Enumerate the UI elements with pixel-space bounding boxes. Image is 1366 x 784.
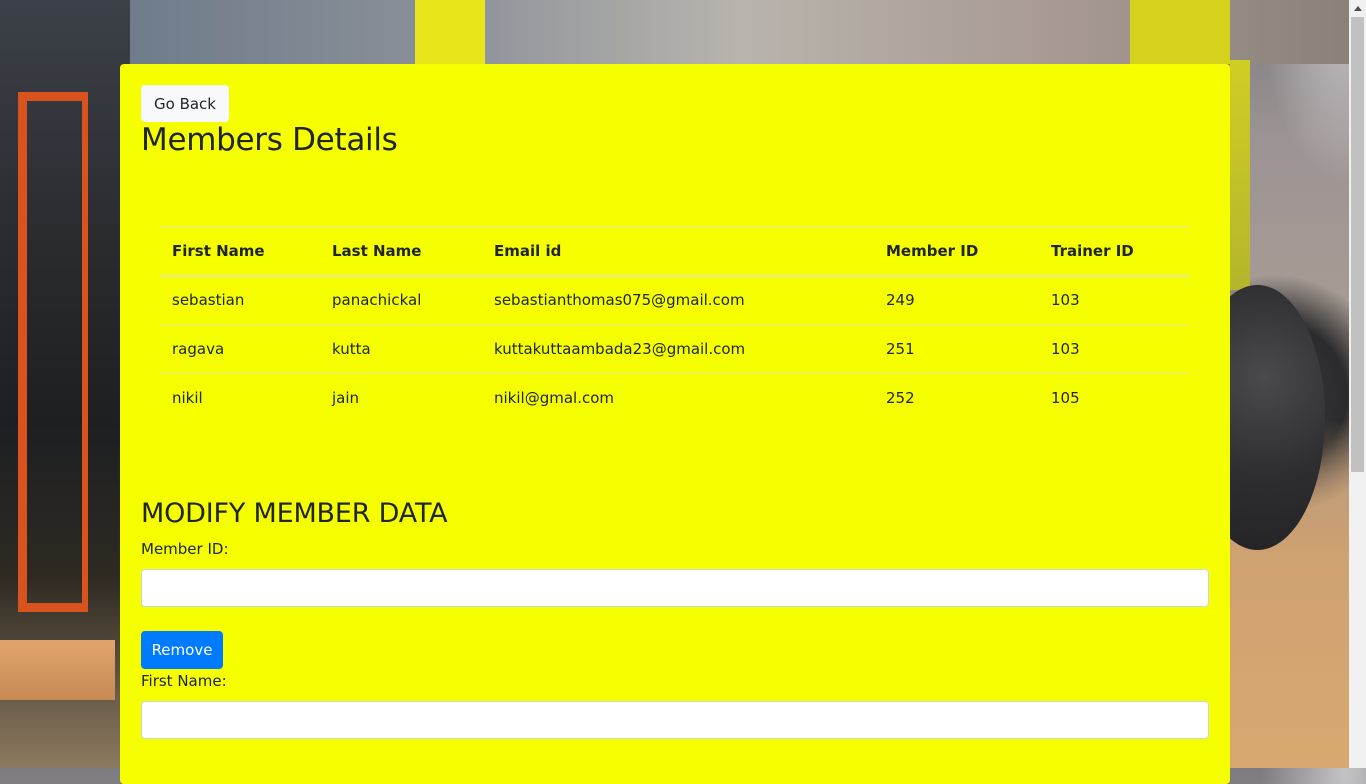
table-header-row: First Name Last Name Email id Member ID …	[160, 226, 1189, 276]
cell-email: nikil@gmal.com	[494, 389, 614, 408]
remove-button[interactable]: Remove	[141, 631, 223, 669]
background-gym-rack	[18, 92, 88, 612]
page-title: Members Details	[141, 122, 398, 158]
cell-last-name: jain	[332, 389, 360, 408]
first-name-input[interactable]	[141, 701, 1209, 739]
vertical-scrollbar[interactable]	[1349, 0, 1366, 768]
background-yellow-column	[1130, 0, 1230, 64]
member-id-label: Member ID:	[141, 540, 229, 558]
cell-first-name: sebastian	[172, 291, 245, 310]
column-header-first-name: First Name	[172, 241, 265, 260]
cell-email: sebastianthomas075@gmail.com	[494, 291, 745, 310]
column-header-last-name: Last Name	[332, 241, 422, 260]
column-header-trainer-id: Trainer ID	[1051, 241, 1134, 260]
cell-member-id: 249	[886, 291, 915, 310]
cell-trainer-id: 103	[1051, 340, 1080, 358]
cell-first-name: ragava	[172, 340, 225, 358]
member-id-input[interactable]	[141, 569, 1209, 607]
cell-first-name: nikil	[172, 389, 203, 408]
cell-last-name: kutta	[332, 340, 371, 358]
background-yellow-column	[415, 0, 485, 64]
cell-email: kuttakuttaambada23@gmail.com	[494, 340, 746, 358]
cell-member-id: 251	[886, 340, 915, 358]
cell-trainer-id: 105	[1051, 389, 1080, 408]
cell-member-id: 252	[886, 389, 915, 408]
table-row: nikil jain nikil@gmal.com 252 105	[160, 374, 1189, 423]
column-header-member-id: Member ID	[886, 241, 979, 260]
table-row: sebastian panachickal sebastianthomas075…	[160, 276, 1189, 325]
background-yellow-pillar	[1230, 60, 1250, 290]
members-table: First Name Last Name Email id Member ID …	[160, 226, 1189, 423]
first-name-label: First Name:	[141, 672, 227, 690]
background-floor	[0, 640, 115, 700]
scroll-up-arrow-icon[interactable]	[1349, 0, 1366, 17]
table-row: ragava kutta kuttakuttaambada23@gmail.co…	[160, 325, 1189, 374]
cell-trainer-id: 103	[1051, 291, 1080, 310]
members-panel: Go Back Members Details First Name Last …	[120, 64, 1230, 784]
go-back-button[interactable]: Go Back	[141, 85, 229, 122]
modify-section-title: MODIFY MEMBER DATA	[141, 498, 448, 529]
scrollbar-thumb[interactable]	[1351, 17, 1364, 472]
cell-last-name: panachickal	[332, 291, 422, 310]
column-header-email: Email id	[494, 241, 562, 260]
